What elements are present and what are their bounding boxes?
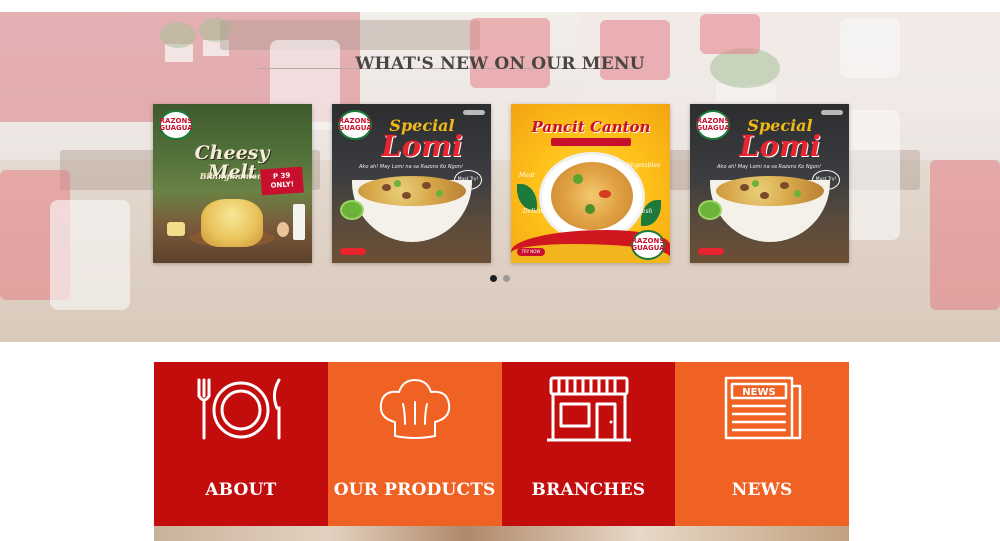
menu-hero-section: WHAT'S NEW ON OUR MENU RAZONS GUAGUA Che…	[0, 0, 1000, 342]
card-label-meat: Meat	[519, 172, 535, 179]
tile-about-label: ABOUT	[205, 480, 277, 500]
tile-branches-label: BRANCHES	[531, 480, 646, 500]
title-ribbon	[551, 138, 631, 146]
menu-card-special-lomi[interactable]: RAZONS GUAGUA Special Lomi Ako ah! May L…	[332, 104, 491, 263]
vegetable-topping	[573, 174, 583, 184]
cheesy-bread-image	[201, 199, 263, 247]
meat-topping	[402, 192, 411, 199]
meat-topping	[780, 182, 789, 189]
tile-news-label: NEWS	[731, 480, 793, 500]
brand-logo: RAZONS GUAGUA	[159, 110, 193, 140]
meat-topping	[422, 182, 431, 189]
meat-topping	[740, 184, 749, 191]
milk-glass-image	[293, 204, 305, 240]
carousel-pagination	[490, 275, 510, 282]
social-icons	[463, 110, 485, 115]
pancit-noodles-image	[551, 162, 633, 230]
card-title-line2: Lomi	[739, 129, 821, 163]
brand-logo: RAZONS GUAGUA	[631, 230, 665, 260]
tile-about[interactable]: ABOUT	[154, 362, 328, 526]
card-title: Pancit Canton	[531, 118, 651, 136]
tile-news[interactable]: NEWS NEWS	[675, 362, 849, 526]
tile-our-products[interactable]: OUR PRODUCTS	[327, 362, 502, 526]
card-label-vegetables: Vegetables	[627, 162, 661, 169]
vegetable-topping	[752, 180, 759, 187]
social-icons	[821, 110, 843, 115]
menu-card-pancit-canton[interactable]: Pancit Canton Meat Vegetables Delicious …	[511, 104, 670, 263]
vegetable-topping	[585, 204, 595, 214]
menu-card-cheesy-melt[interactable]: RAZONS GUAGUA Cheesy Melt Bibingmamon! P…	[153, 104, 312, 263]
carousel-dot-2[interactable]	[503, 275, 510, 282]
card-tagline: Ako ah! May Lomi na sa Razons Ko Ngon!	[359, 164, 463, 170]
card-label-fresh: Fresh	[635, 208, 653, 215]
bottom-banner-strip	[154, 526, 849, 541]
menu-card-special-lomi[interactable]: RAZONS GUAGUA Special Lomi Ako ah! May L…	[690, 104, 849, 263]
svg-text:NEWS: NEWS	[743, 387, 776, 398]
card-label-delicious: Delicious	[523, 208, 552, 215]
card-title-line2: Lomi	[381, 129, 463, 163]
lomi-soup-image	[716, 176, 824, 206]
feature-tiles: ABOUT OUR PRODUCTS BRANCHES NEWS NEWS	[154, 362, 849, 526]
hero-top-border	[0, 0, 1000, 12]
newspaper-icon: NEWS	[725, 376, 802, 440]
meat-topping	[760, 192, 769, 199]
bread-slice-image	[167, 222, 185, 236]
calamansi-image	[340, 200, 364, 220]
try-now-button: TRY NOW	[517, 248, 545, 256]
leaf-decoration	[517, 184, 537, 210]
tile-our-products-label: OUR PRODUCTS	[333, 480, 496, 500]
carousel-dot-1[interactable]	[490, 275, 497, 282]
calamansi-image	[698, 200, 722, 220]
tile-branches[interactable]: BRANCHES	[501, 362, 676, 526]
egg-image	[277, 222, 289, 237]
price-tag: P 39 ONLY!	[260, 166, 304, 196]
chef-hat-icon	[379, 379, 450, 439]
vegetable-topping	[599, 190, 611, 198]
order-now-pill	[340, 248, 366, 255]
vegetable-topping	[794, 190, 801, 197]
plate-cutlery-icon	[197, 378, 281, 440]
menu-heading: WHAT'S NEW ON OUR MENU	[355, 54, 645, 74]
lomi-soup-image	[358, 176, 466, 206]
storefront-icon	[546, 376, 631, 442]
order-now-pill	[698, 248, 724, 255]
card-tagline: Ako ah! May Lomi na sa Razons Ko Ngon!	[717, 164, 821, 170]
vegetable-topping	[436, 190, 443, 197]
meat-topping	[382, 184, 391, 191]
vegetable-topping	[394, 180, 401, 187]
